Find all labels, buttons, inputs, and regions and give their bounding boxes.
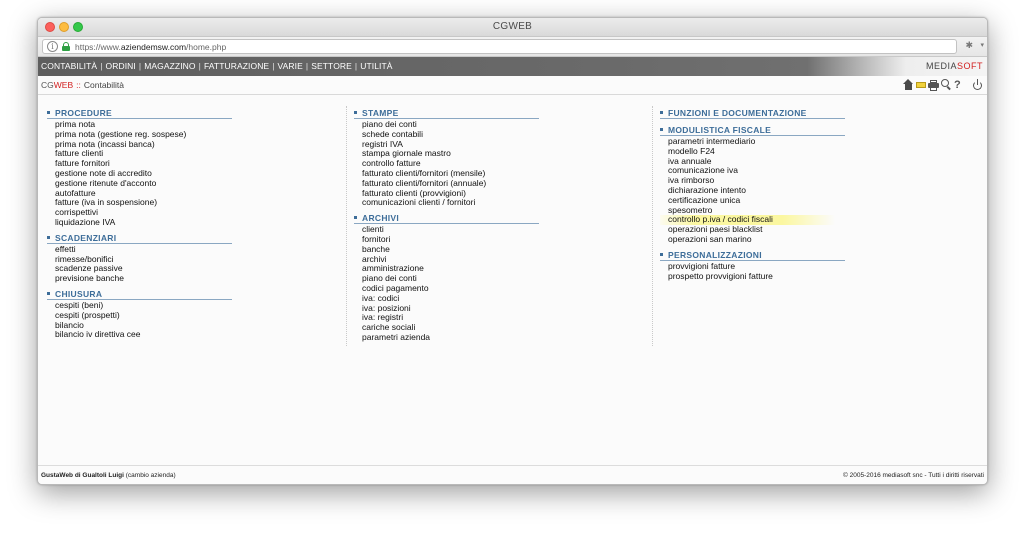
url-text[interactable]: https://www.aziendemsw.com/home.php bbox=[75, 41, 226, 53]
section-procedure: PROCEDURE prima nota prima nota (gestione … bbox=[47, 108, 232, 228]
print-icon[interactable] bbox=[928, 79, 939, 91]
lock-icon bbox=[62, 42, 70, 51]
menu-link-operazioni-san-marino[interactable]: operazioni san marino bbox=[668, 234, 845, 245]
menu-link-liquidazione-iva[interactable]: liquidazione IVA bbox=[55, 217, 232, 228]
menu-link-previsione-banche[interactable]: previsione banche bbox=[55, 273, 232, 284]
url-field[interactable]: i https://www.aziendemsw.com/home.php bbox=[42, 39, 957, 54]
menu-separator: | bbox=[138, 61, 142, 71]
main-menu-items: CONTABILITÀ | ORDINI | MAGAZZINO | FATTURAZION… bbox=[41, 61, 393, 71]
menu-item-fatturazione[interactable]: FATTURAZIONE bbox=[204, 61, 269, 71]
brand-logo: MEDIASOFT bbox=[925, 61, 983, 71]
extension-icon[interactable]: ✱ bbox=[965, 40, 973, 51]
footer-company: GustaWeb di Gualtoli Luigi (cambio azien… bbox=[41, 472, 176, 479]
menu-column-3: FUNZIONI E DOCUMENTAZIONE MODULISTICA FIS… bbox=[660, 108, 845, 286]
brand-area: MEDIASOFT bbox=[807, 57, 987, 76]
browser-window: CGWEB i https://www.aziendemsw.com/home.… bbox=[37, 17, 988, 485]
section-items: provvigioni fatture prospetto provvigioni… bbox=[660, 261, 845, 282]
app-name-web: WEB bbox=[53, 80, 74, 90]
section-items: prima nota prima nota (gestione reg. sosp… bbox=[47, 119, 232, 228]
section-title[interactable]: STAMPE bbox=[354, 108, 539, 119]
section-title[interactable]: SCADENZIARI bbox=[47, 233, 232, 244]
address-bar: i https://www.aziendemsw.com/home.php ✱ … bbox=[38, 37, 987, 57]
menu-separator: | bbox=[100, 61, 103, 71]
section-chiusura: CHIUSURA cespiti (beni) cespiti (prospetti… bbox=[47, 289, 232, 340]
section-archivi: ARCHIVI clienti fornitori banche archivi ammi… bbox=[354, 213, 539, 343]
column-divider bbox=[652, 106, 653, 346]
main-menu: CONTABILITÀ | ORDINI | MAGAZZINO | FATTURAZION… bbox=[38, 57, 987, 76]
menu-item-contabilita[interactable]: CONTABILITÀ bbox=[41, 61, 97, 71]
app-name-cg: CG bbox=[41, 80, 54, 90]
menu-item-utilita[interactable]: UTILITÀ bbox=[360, 61, 392, 71]
section-title[interactable]: MODULISTICA FISCALE bbox=[660, 125, 845, 136]
menu-separator: | bbox=[354, 61, 358, 71]
section-title[interactable]: PROCEDURE bbox=[47, 108, 232, 119]
section-modulistica-fiscale: MODULISTICA FISCALE parametri intermediar… bbox=[660, 125, 845, 245]
info-icon[interactable]: i bbox=[47, 41, 58, 52]
zoom-icon[interactable] bbox=[941, 79, 952, 91]
section-scadenziari: SCADENZIARI effetti rimesse/bonifici scaden… bbox=[47, 233, 232, 284]
chevron-down-icon[interactable]: ▾ bbox=[980, 41, 984, 49]
menu-separator: | bbox=[198, 61, 201, 71]
menu-item-magazzino[interactable]: MAGAZZINO bbox=[144, 61, 195, 71]
section-title[interactable]: CHIUSURA bbox=[47, 289, 232, 300]
menu-column-2: STAMPE piano dei conti schede contabili reg… bbox=[354, 108, 539, 348]
toolbar-icons: ? bbox=[903, 79, 985, 91]
section-stampe: STAMPE piano dei conti schede contabili reg… bbox=[354, 108, 539, 208]
section-title[interactable]: FUNZIONI E DOCUMENTAZIONE bbox=[660, 108, 845, 119]
window-title: CGWEB bbox=[492, 21, 533, 32]
menu-separator: | bbox=[305, 61, 309, 71]
section-items bbox=[660, 119, 845, 120]
change-company-link[interactable]: (cambio azienda) bbox=[126, 472, 176, 479]
section-items: parametri intermediario modello F24 iva an… bbox=[660, 136, 845, 245]
help-icon[interactable]: ? bbox=[954, 79, 963, 91]
main-content: PROCEDURE prima nota prima nota (gestione … bbox=[38, 96, 987, 465]
menu-item-ordini[interactable]: ORDINI bbox=[106, 61, 136, 71]
menu-item-settore[interactable]: SETTORE bbox=[311, 61, 352, 71]
section-items: clienti fornitori banche archivi amministraz… bbox=[354, 224, 539, 343]
section-items: cespiti (beni) cespiti (prospetti) bilanci… bbox=[47, 300, 232, 340]
column-divider bbox=[346, 106, 347, 346]
menu-link-parametri-azienda[interactable]: parametri azienda bbox=[362, 332, 539, 343]
breadcrumb-section: Contabilità bbox=[83, 80, 125, 90]
power-icon[interactable] bbox=[972, 79, 983, 91]
footer: GustaWeb di Gualtoli Luigi (cambio azien… bbox=[38, 465, 987, 484]
menu-item-varie[interactable]: VARIE bbox=[278, 61, 303, 71]
breadcrumb: CGWEB:: Contabilità bbox=[41, 80, 124, 90]
home-icon[interactable] bbox=[903, 79, 914, 91]
menu-link-comunicazioni-clienti-fornitori[interactable]: comunicazioni clienti / fornitori bbox=[362, 198, 539, 208]
title-bar: CGWEB bbox=[38, 18, 987, 37]
section-items: piano dei conti schede contabili registri … bbox=[354, 119, 539, 208]
menu-link-banche[interactable]: banche bbox=[362, 244, 539, 255]
menu-column-1: PROCEDURE prima nota prima nota (gestione … bbox=[47, 108, 232, 345]
section-title[interactable]: PERSONALIZZAZIONI bbox=[660, 250, 845, 261]
section-funzioni-e-documentazione: FUNZIONI E DOCUMENTAZIONE bbox=[660, 108, 845, 120]
footer-copyright: © 2005-2016 mediasoft snc - Tutti i diri… bbox=[843, 472, 984, 479]
section-items: effetti rimesse/bonifici scadenze passive p… bbox=[47, 244, 232, 284]
location-bar: CGWEB:: Contabilità ? bbox=[38, 76, 987, 95]
menu-separator: | bbox=[272, 61, 275, 71]
section-personalizzazioni: PERSONALIZZAZIONI provvigioni fatture pros… bbox=[660, 250, 845, 282]
section-title[interactable]: ARCHIVI bbox=[354, 213, 539, 225]
mail-icon[interactable] bbox=[916, 79, 926, 91]
menu-link-bilancio-iv-direttiva-cee[interactable]: bilancio iv direttiva cee bbox=[55, 330, 232, 340]
menu-link-prospetto-provvigioni-fatture[interactable]: prospetto provvigioni fatture bbox=[668, 271, 845, 282]
breadcrumb-separator: :: bbox=[76, 80, 81, 90]
